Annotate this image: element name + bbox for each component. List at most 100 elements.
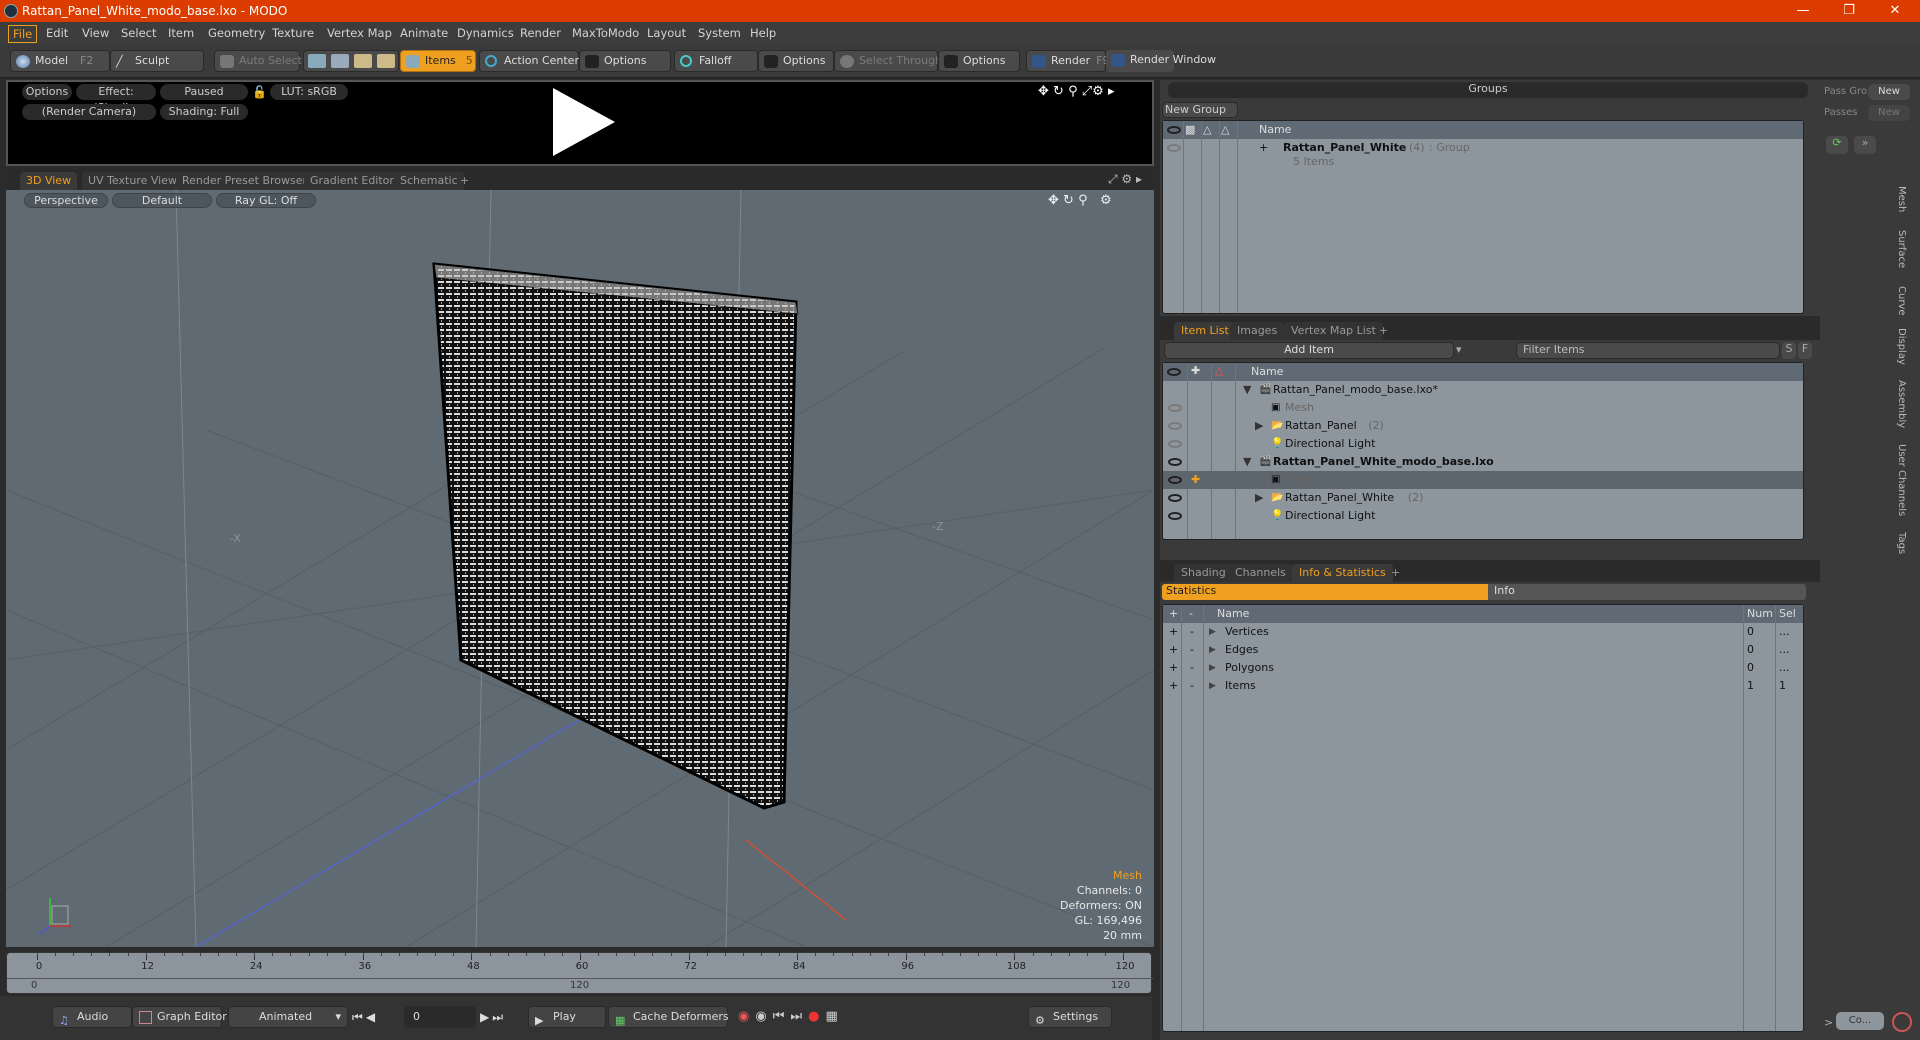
side-tab-surface[interactable]: Surface (1896, 230, 1907, 268)
menu-system[interactable]: System (694, 25, 745, 41)
add-stat-button[interactable]: + (1169, 659, 1178, 677)
item-row[interactable]: 💡 Directional Light (1163, 507, 1803, 525)
item-row[interactable]: ▶ 📂 Rattan_Panel (2) (1163, 417, 1803, 435)
vertices-mode-icon[interactable] (308, 54, 326, 68)
timeline[interactable]: 0 12 24 36 48 60 72 84 96 108 120 0 120 120 (6, 952, 1153, 994)
add-item-button[interactable]: Add Item (1164, 342, 1454, 359)
menu-file[interactable]: File (8, 25, 38, 43)
render-camera-dropdown[interactable]: (Render Camera) (22, 104, 156, 120)
falloff-options-button[interactable]: Options (758, 50, 834, 72)
settings-button[interactable]: ⚙ Settings (1028, 1006, 1112, 1028)
side-tab-assembly[interactable]: Assembly (1896, 380, 1907, 428)
menu-layout[interactable]: Layout (643, 25, 690, 41)
add-stat-button[interactable]: + (1169, 623, 1178, 641)
visibility-icon[interactable] (1168, 494, 1182, 502)
prev-key-icon[interactable]: ⏮ (773, 1009, 791, 1024)
zoom-icon[interactable]: ⚲ (1078, 193, 1088, 208)
new-pass-group-button[interactable]: New (1868, 84, 1910, 100)
render-window-button[interactable]: Render Window (1106, 50, 1216, 72)
frame-input[interactable]: 0 (404, 1006, 476, 1028)
gear-icon[interactable]: ⚙ (1100, 193, 1112, 208)
filter-items-input[interactable]: Filter Items (1516, 342, 1780, 359)
effect-dropdown[interactable]: Effect: (Shadi... (76, 84, 156, 114)
add-stat-button[interactable]: + (1169, 641, 1178, 659)
play-render-icon[interactable] (553, 88, 615, 156)
play-button[interactable]: ▶ Play (528, 1006, 606, 1028)
side-tab-user-channels[interactable]: User Channels (1896, 444, 1907, 516)
key-filter-icon[interactable]: ▦ (825, 1009, 843, 1024)
view-style-dropdown[interactable]: Default (112, 193, 212, 208)
filter-s-button[interactable]: S (1782, 342, 1796, 359)
minimize-button[interactable]: — (1780, 0, 1826, 22)
3d-viewport[interactable]: -X -Z Perspective Default Ray GL: Off ✥ … (6, 190, 1154, 947)
stat-row[interactable]: + - ▶ Items 1 1 (1163, 677, 1803, 695)
tab-item-list[interactable]: Item List (1174, 322, 1236, 340)
next-frame-icon[interactable]: ▶ (480, 1010, 492, 1024)
audio-button[interactable]: ♫ Audio (52, 1006, 132, 1028)
visibility-icon[interactable] (1168, 422, 1182, 430)
materials-mode-icon[interactable] (377, 54, 395, 68)
menu-item[interactable]: Item (164, 25, 198, 41)
add-tab-button[interactable]: + (454, 172, 475, 190)
new-pass-button[interactable]: New (1868, 105, 1910, 121)
prev-frame-icon[interactable]: ◀ (366, 1010, 378, 1024)
visibility-icon[interactable] (1167, 144, 1181, 152)
item-row[interactable]: ▼ 🎬 Rattan_Panel_White_modo_base.lxo (1163, 453, 1803, 471)
menu-vertex-map[interactable]: Vertex Map (323, 25, 396, 41)
zoom-icon[interactable]: ⚲ (1068, 84, 1078, 99)
item-row[interactable]: ✚ ▣ Mesh (1163, 471, 1803, 489)
add-stat-button[interactable]: + (1169, 677, 1178, 695)
render-button[interactable]: Render F9 (1026, 50, 1110, 72)
item-row[interactable]: ▼ 🎬 Rattan_Panel_modo_base.lxo* (1163, 381, 1803, 399)
expand-icon[interactable]: ▶ (1209, 641, 1216, 659)
falloff-button[interactable]: Falloff (674, 50, 758, 72)
render-status-button[interactable]: Paused (160, 84, 248, 100)
auto-select-button[interactable]: Auto Select (214, 50, 302, 72)
menu-geometry[interactable]: Geometry (204, 25, 269, 41)
collapse-icon[interactable]: ▼ (1243, 381, 1251, 399)
remove-stat-button[interactable]: - (1190, 623, 1194, 641)
visibility-icon[interactable] (1168, 404, 1182, 412)
shading-dropdown[interactable]: Shading: Full (160, 104, 248, 120)
rotate-icon[interactable]: ↻ (1063, 193, 1074, 208)
model-mode-button[interactable]: Model F2 (10, 50, 110, 72)
menu-maxtomodo[interactable]: MaxToModo (568, 25, 643, 41)
record-icon[interactable]: ● (808, 1009, 825, 1024)
stat-row[interactable]: + - ▶ Vertices 0... (1163, 623, 1803, 641)
menu-view[interactable]: View (78, 25, 113, 41)
menu-animate[interactable]: Animate (396, 25, 452, 41)
tab-vertex-map-list[interactable]: Vertex Map List (1284, 322, 1383, 340)
menu-edit[interactable]: Edit (42, 25, 72, 41)
expand-icon[interactable]: ▶ (1209, 659, 1216, 677)
menu-render[interactable]: Render (516, 25, 565, 41)
statistics-subtab[interactable]: Statistics (1162, 584, 1488, 600)
stat-row[interactable]: + - ▶ Edges 0... (1163, 641, 1803, 659)
raygl-dropdown[interactable]: Ray GL: Off (216, 193, 316, 208)
transform-icon[interactable]: ✚ (1191, 471, 1200, 489)
command-input[interactable]: Co... (1836, 1012, 1884, 1030)
graph-editor-button[interactable]: Graph Editor (132, 1006, 227, 1028)
visibility-icon[interactable] (1168, 458, 1182, 466)
select-through-options-button[interactable]: Options (938, 50, 1020, 72)
expand-icon[interactable]: + (1259, 139, 1268, 157)
gear-icon[interactable]: ⚙ (1092, 84, 1104, 99)
animated-dropdown[interactable]: Animated ▾ (228, 1006, 348, 1028)
close-button[interactable]: ✕ (1872, 0, 1918, 22)
expand-icon[interactable]: ▶ (1255, 489, 1263, 507)
visibility-icon[interactable] (1168, 512, 1182, 520)
item-row[interactable]: 💡 Directional Light (1163, 435, 1803, 453)
edges-mode-icon[interactable] (331, 54, 349, 68)
restore-button[interactable]: ❐ (1826, 0, 1872, 22)
refresh-icon[interactable]: ⟳ (1826, 136, 1848, 154)
lock-icon[interactable]: 🔓 (252, 85, 267, 99)
key-icon[interactable]: ◉ (755, 1009, 772, 1024)
menu-help[interactable]: Help (746, 25, 780, 41)
tab-channels[interactable]: Channels (1228, 564, 1293, 582)
visibility-icon[interactable] (1168, 476, 1182, 484)
cache-deformers-button[interactable]: ▦ Cache Deformers (608, 1006, 729, 1028)
pan-icon[interactable]: ✥ (1038, 84, 1049, 99)
item-row[interactable]: ▣ Mesh (1163, 399, 1803, 417)
tab-gradient-editor[interactable]: Gradient Editor (304, 172, 400, 190)
side-tab-curve[interactable]: Curve (1896, 286, 1907, 316)
expand-arrow-icon[interactable]: ▸ (1136, 172, 1142, 186)
